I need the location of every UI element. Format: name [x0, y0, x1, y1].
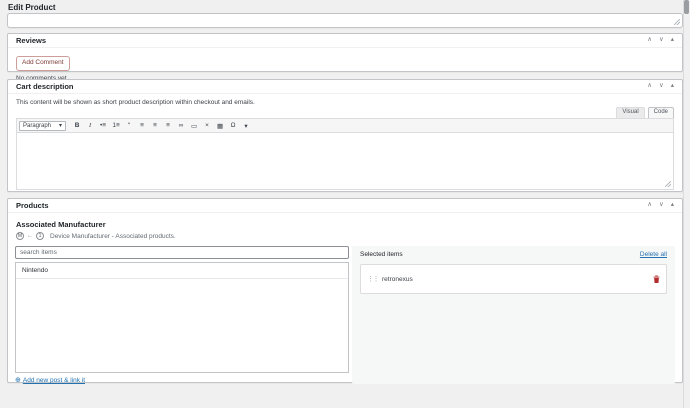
add-new-post-link[interactable]: Add new post & link it: [23, 377, 85, 384]
tab-visual[interactable]: Visual: [616, 107, 644, 118]
align-right-icon[interactable]: ≡: [162, 120, 174, 131]
bold-icon[interactable]: B: [71, 120, 83, 131]
tab-code[interactable]: Code: [648, 107, 674, 118]
relation-arrow-icon: ←: [27, 233, 33, 239]
cart-description-header: Cart description ∧ ∨ ▴: [8, 80, 682, 94]
reviews-metabox: Reviews ∧ ∨ ▴ Add Comment No comments ye…: [7, 33, 683, 72]
metabox-actions: ∧ ∨ ▴: [647, 83, 674, 90]
metabox-actions: ∧ ∨ ▴: [647, 37, 674, 44]
relation-many-icon: M: [16, 232, 24, 240]
move-down-icon[interactable]: ∨: [659, 37, 664, 44]
italic-icon[interactable]: I: [84, 120, 96, 131]
search-results-panel: Nintendo: [15, 262, 349, 373]
rich-text-editor: Paragraph ▾ B I •≡ 1≡ “ ≡ ≡ ≡ ∞ ▭ × ▦ Ω …: [16, 118, 674, 190]
trash-icon[interactable]: [653, 275, 660, 283]
editor-toolbar: Paragraph ▾ B I •≡ 1≡ “ ≡ ≡ ≡ ∞ ▭ × ▦ Ω …: [17, 119, 673, 133]
fullscreen-icon[interactable]: ×: [201, 120, 213, 131]
add-comment-button[interactable]: Add Comment: [16, 56, 70, 71]
toggle-panel-icon[interactable]: ▴: [671, 83, 674, 90]
add-new-row: ⊕ Add new post & link it: [15, 377, 349, 384]
editor-content-area[interactable]: [17, 133, 673, 189]
move-up-icon[interactable]: ∧: [647, 83, 652, 90]
products-title: Products: [16, 201, 49, 210]
selected-items-column: Selected items Delete all ⋮⋮ retronexus: [352, 246, 675, 384]
move-up-icon[interactable]: ∧: [647, 37, 652, 44]
cart-description-help-text: This content will be shown as short prod…: [16, 99, 674, 106]
blockquote-icon[interactable]: “: [123, 120, 135, 131]
delete-all-link[interactable]: Delete all: [640, 251, 667, 258]
associated-manufacturer-title: Associated Manufacturer: [16, 220, 674, 229]
relation-columns: Nintendo ⊕ Add new post & link it Select…: [15, 246, 675, 384]
selected-items-label: Selected items: [360, 251, 403, 258]
plus-circle-icon: ⊕: [15, 377, 21, 384]
bulleted-list-icon[interactable]: •≡: [97, 120, 109, 131]
align-left-icon[interactable]: ≡: [136, 120, 148, 131]
vertical-scrollbar[interactable]: [683, 0, 690, 408]
products-metabox: Products ∧ ∨ ▴ Associated Manufacturer M…: [7, 198, 683, 383]
page-title: Edit Product: [8, 3, 56, 12]
resize-grip[interactable]: [674, 19, 680, 25]
move-down-icon[interactable]: ∨: [659, 202, 664, 209]
chevron-down-icon: ▾: [59, 122, 62, 129]
toggle-panel-icon[interactable]: ▴: [671, 37, 674, 44]
editor-mode-tabs: Visual Code: [16, 107, 674, 118]
paragraph-style-label: Paragraph: [23, 123, 51, 129]
more-tag-icon[interactable]: ▭: [188, 120, 200, 131]
selected-item-label: retronexus: [382, 276, 649, 283]
reviews-header: Reviews ∧ ∨ ▴: [8, 34, 682, 48]
numbered-list-icon[interactable]: 1≡: [110, 120, 122, 131]
move-up-icon[interactable]: ∧: [647, 202, 652, 209]
link-icon[interactable]: ∞: [175, 120, 187, 131]
list-item[interactable]: Nintendo: [16, 263, 348, 279]
available-items-column: Nintendo ⊕ Add new post & link it: [15, 246, 349, 384]
cart-description-title: Cart description: [16, 82, 74, 91]
move-down-icon[interactable]: ∨: [659, 83, 664, 90]
special-character-icon[interactable]: Ω: [227, 120, 239, 131]
paragraph-style-dropdown[interactable]: Paragraph ▾: [19, 121, 66, 131]
relation-one-icon: 1: [36, 232, 44, 240]
previous-panel-bottom: [7, 13, 683, 28]
scrollbar-thumb[interactable]: [684, 0, 689, 14]
table-icon[interactable]: ▦: [214, 120, 226, 131]
selected-item-row: ⋮⋮ retronexus: [360, 264, 667, 294]
toolbar-toggle-icon[interactable]: ▾: [240, 120, 252, 131]
drag-handle-icon[interactable]: ⋮⋮: [367, 276, 378, 283]
products-header: Products ∧ ∨ ▴: [8, 199, 682, 213]
relation-description: Device Manufacturer - Associated product…: [50, 233, 176, 240]
reviews-title: Reviews: [16, 36, 46, 45]
align-center-icon[interactable]: ≡: [149, 120, 161, 131]
relation-diagram: M ← 1 Device Manufacturer - Associated p…: [16, 232, 674, 240]
selected-items-header: Selected items Delete all: [360, 251, 667, 258]
metabox-actions: ∧ ∨ ▴: [647, 202, 674, 209]
resize-grip[interactable]: [665, 181, 671, 187]
cart-description-metabox: Cart description ∧ ∨ ▴ This content will…: [7, 79, 683, 192]
products-body: Associated Manufacturer M ← 1 Device Man…: [8, 213, 682, 388]
toggle-panel-icon[interactable]: ▴: [671, 202, 674, 209]
search-input[interactable]: [15, 246, 349, 259]
cart-description-body: This content will be shown as short prod…: [8, 94, 682, 190]
